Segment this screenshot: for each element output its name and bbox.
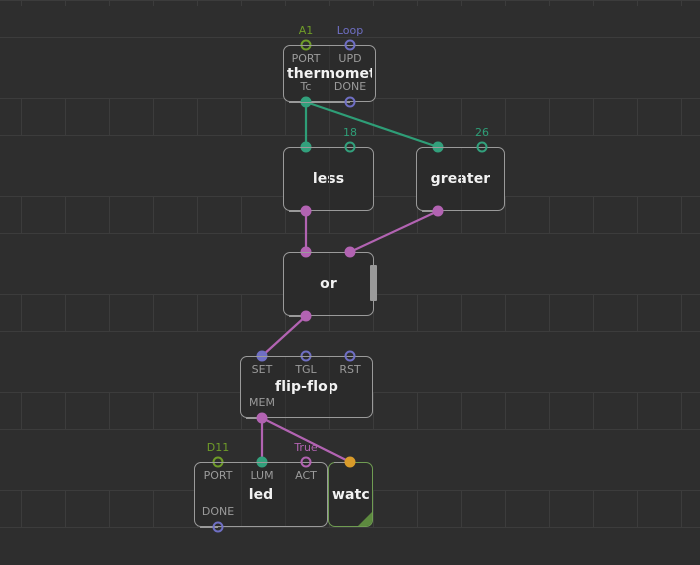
wire[interactable] xyxy=(260,416,352,464)
port-rail xyxy=(422,147,482,148)
port-less-out0[interactable] xyxy=(300,205,312,217)
port-value-thermometer-port[interactable]: A1 xyxy=(299,24,314,37)
port-watch-in0[interactable] xyxy=(344,456,356,468)
port-thermometer-upd[interactable] xyxy=(344,39,356,51)
resize-handle-icon[interactable] xyxy=(358,512,372,526)
port-or-out0[interactable] xyxy=(300,310,312,322)
node-title: led xyxy=(248,486,274,503)
node-less[interactable]: less xyxy=(283,147,374,211)
node-column-separator xyxy=(241,463,242,526)
port-rail xyxy=(289,252,350,253)
node-greater[interactable]: greater xyxy=(416,147,505,211)
node-column-separator xyxy=(329,357,330,417)
port-led-done[interactable] xyxy=(212,521,224,533)
port-rail xyxy=(289,102,350,103)
port-thermometer-done[interactable] xyxy=(344,96,356,108)
port-value-led-act[interactable]: True xyxy=(294,441,317,454)
port-less-in1[interactable] xyxy=(344,141,356,153)
node-expand-handle[interactable] xyxy=(370,265,377,301)
port-greater-in1[interactable] xyxy=(476,141,488,153)
port-value-less-in1[interactable]: 18 xyxy=(343,126,357,139)
node-flip-flop[interactable]: flip-flop xyxy=(240,356,373,418)
node-column-separator xyxy=(461,148,462,210)
wire[interactable] xyxy=(304,100,440,149)
port-or-in1[interactable] xyxy=(344,246,356,258)
node-title: watch xyxy=(332,486,369,503)
node-column-separator xyxy=(285,357,286,417)
port-flip-flop-mem[interactable] xyxy=(256,412,268,424)
port-rail xyxy=(289,45,350,46)
port-rail xyxy=(246,356,350,357)
port-rail xyxy=(200,462,306,463)
port-value-led-port[interactable]: D11 xyxy=(207,441,229,454)
port-flip-flop-rst[interactable] xyxy=(344,350,356,362)
node-graph-canvas[interactable]: thermomete…PORTA1UPDLoopTcDONEless18grea… xyxy=(0,0,700,565)
port-value-greater-in1[interactable]: 26 xyxy=(475,126,489,139)
wire[interactable] xyxy=(260,314,308,358)
node-watch[interactable]: watch xyxy=(328,462,373,527)
node-or[interactable]: or xyxy=(283,252,377,316)
port-rail xyxy=(289,147,350,148)
wire[interactable] xyxy=(348,209,440,254)
port-greater-out0[interactable] xyxy=(432,205,444,217)
port-value-thermometer-upd[interactable]: Loop xyxy=(337,24,363,37)
node-column-separator xyxy=(285,463,286,526)
port-led-act[interactable] xyxy=(300,456,312,468)
node-thermometer[interactable]: thermomete… xyxy=(283,45,376,102)
node-column-separator xyxy=(329,46,330,101)
node-led[interactable]: led xyxy=(194,462,328,527)
node-column-separator xyxy=(329,253,330,315)
node-column-separator xyxy=(329,148,330,210)
